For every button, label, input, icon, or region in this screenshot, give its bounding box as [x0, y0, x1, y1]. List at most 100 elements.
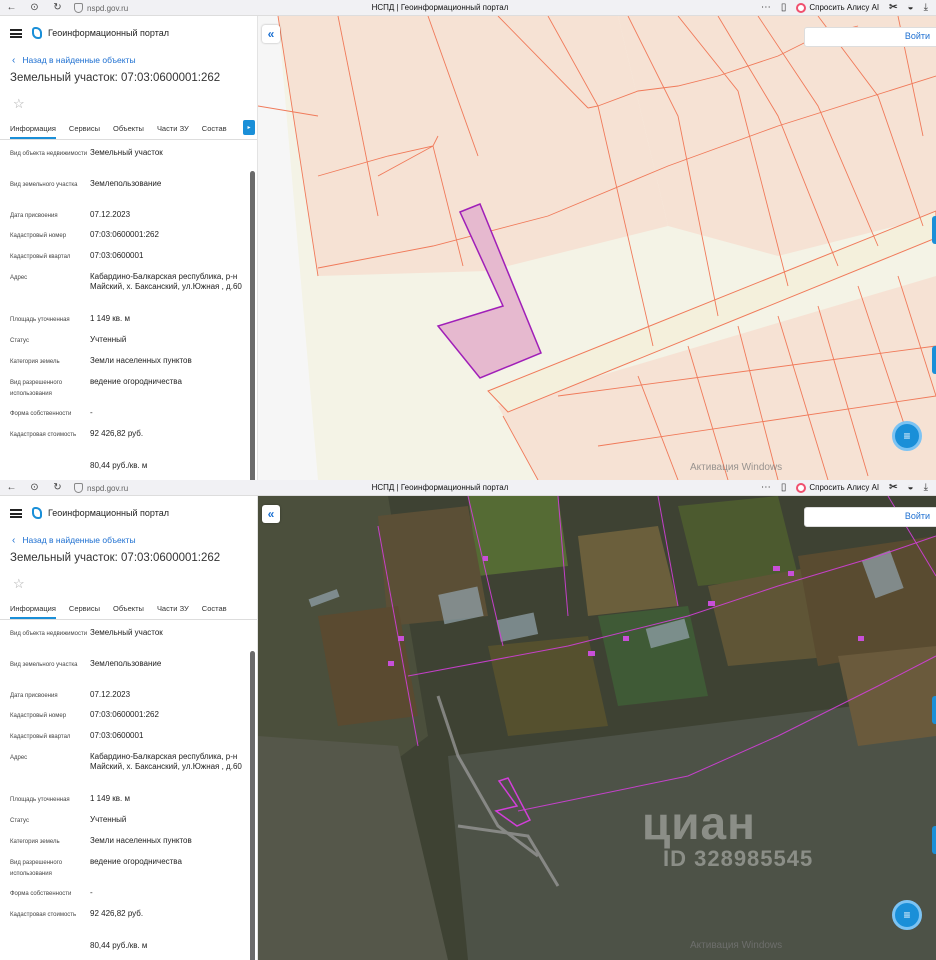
attr-row: Кадастровая стоимость 92 426,82 руб. [0, 429, 257, 461]
attr-row: Дата присвоения 07.12.2023 [0, 690, 257, 710]
shield-icon[interactable]: ⊙ [29, 482, 40, 493]
address-bar[interactable]: nspd.gov.ru [74, 3, 128, 13]
reload-icon[interactable]: ↻ [52, 2, 63, 13]
chevron-left-icon: ‹ [12, 534, 16, 546]
tab-info[interactable]: Информация [10, 124, 56, 139]
back-arrow-icon[interactable]: ← [6, 2, 17, 13]
alisa-label: Спросить Алису AI [809, 3, 880, 12]
side-handle[interactable] [932, 216, 936, 244]
address-bar[interactable]: nspd.gov.ru [74, 483, 128, 493]
more-icon[interactable]: ⋯ [761, 482, 771, 493]
attr-key: Кадастровый квартал [10, 734, 71, 740]
back-link[interactable]: ‹ Назад в найденные объекты [0, 50, 257, 70]
tab-bar: Информация Сервисы Объекты Части ЗУ Сост… [0, 598, 257, 620]
attr-key: Форма собственности [10, 411, 72, 417]
url-text: nspd.gov.ru [87, 3, 129, 13]
attr-key: Дата присвоения [10, 213, 58, 219]
browser-page-title: НСПД | Геоинформационный портал [371, 483, 509, 492]
tab-objects[interactable]: Объекты [113, 124, 144, 139]
more-icon[interactable]: ⋯ [761, 2, 771, 13]
star-icon[interactable]: ☆ [0, 576, 257, 598]
side-handle[interactable] [932, 346, 936, 374]
attr-key: Категория земель [10, 839, 60, 845]
url-text: nspd.gov.ru [87, 483, 129, 493]
attr-key: Кадастровый номер [10, 713, 67, 719]
attr-row: Форма собственности - [0, 888, 257, 909]
tabs-next-icon[interactable]: ▸ [243, 120, 255, 135]
tab-parts[interactable]: Части ЗУ [157, 124, 189, 139]
chat-icon[interactable]: ≡ [892, 900, 922, 930]
attr-row: Категория земель Земли населенных пунктов [0, 356, 257, 377]
download-icon[interactable]: ⤓ [924, 482, 928, 493]
double-chevron-left-icon[interactable]: « [262, 505, 280, 523]
attr-value: - [90, 888, 93, 897]
star-icon[interactable]: ☆ [0, 96, 257, 118]
satellite-map[interactable]: циан ID 328985545 « Войти Активация Wind… [258, 496, 936, 960]
attr-key: Кадастровый квартал [10, 254, 71, 260]
attr-row: Вид разрешенного использования ведение ог… [0, 377, 257, 408]
download-icon[interactable]: ⤓ [924, 2, 928, 13]
attr-row: Форма собственности - [0, 408, 257, 429]
profile-icon[interactable]: ◒ [908, 2, 914, 13]
attr-key [10, 941, 90, 955]
tab-objects[interactable]: Объекты [113, 604, 144, 619]
attr-key: Кадастровая стоимость [10, 432, 77, 438]
chat-icon[interactable]: ≡ [892, 421, 922, 451]
attr-key: Адрес [10, 755, 28, 761]
cadastral-map[interactable]: « Войти Активация Windows ≡ [258, 16, 936, 480]
attr-key: Площадь уточненная [10, 797, 70, 803]
browser-bar: ← ⊙ ↻ nspd.gov.ru НСПД | Геоинформационн… [0, 0, 936, 16]
attr-key: Кадастровая стоимость [10, 912, 77, 918]
shield-icon[interactable]: ⊙ [29, 2, 40, 13]
alisa-icon [796, 482, 807, 493]
extensions-icon[interactable]: ✂ [889, 2, 897, 13]
double-chevron-left-icon[interactable]: « [262, 25, 280, 43]
attr-key: Категория земель [10, 359, 60, 365]
attr-value: 80,44 руб./кв. м [90, 461, 148, 470]
tab-parts[interactable]: Части ЗУ [157, 604, 189, 619]
bookmark-icon[interactable]: ▯ [781, 2, 787, 13]
attr-key: Вид разрешенного использования [10, 380, 63, 397]
back-link[interactable]: ‹ Назад в найденные объекты [0, 530, 257, 550]
attr-key: Дата присвоения [10, 693, 58, 699]
attr-row: 80,44 руб./кв. м [0, 461, 257, 475]
app-title: Геоинформационный портал [48, 28, 169, 38]
app-title: Геоинформационный портал [48, 508, 169, 518]
tab-services[interactable]: Сервисы [69, 604, 100, 619]
attr-value: 07:03:0600001 [90, 251, 144, 260]
login-link[interactable]: Войти [905, 31, 930, 41]
tab-info[interactable]: Информация [10, 604, 56, 619]
map-canvas [258, 496, 936, 960]
attr-value: ведение огородничества [90, 377, 182, 386]
attr-row: Площадь уточненная 1 149 кв. м [0, 794, 257, 815]
alisa-button[interactable]: Спросить Алису AI [796, 2, 880, 13]
attr-value: Учтенный [90, 815, 127, 824]
panel-scrollbar[interactable] [250, 651, 255, 960]
attr-row: Кадастровый номер 07:03:0600001:262 [0, 230, 257, 251]
reload-icon[interactable]: ↻ [52, 482, 63, 493]
menu-icon[interactable] [10, 28, 22, 38]
alisa-button[interactable]: Спросить Алису AI [796, 482, 879, 493]
tab-composition[interactable]: Состав [202, 604, 227, 619]
extensions-icon[interactable]: ✂ [889, 482, 897, 493]
menu-icon[interactable] [10, 508, 22, 518]
attr-row: Адрес Кабардино-Балкарская республика, р-… [0, 272, 257, 314]
side-handle[interactable] [932, 696, 936, 724]
panel-scrollbar[interactable] [250, 171, 255, 480]
attr-key: Площадь уточненная [10, 317, 70, 323]
attr-key: Адрес [10, 275, 28, 281]
attr-row: 80,44 руб./кв. м [0, 941, 257, 955]
tab-composition[interactable]: Состав [202, 124, 227, 139]
attribute-list: Вид объекта недвижимости Земельный участо… [0, 620, 257, 955]
portal-logo-icon [32, 27, 42, 39]
tab-services[interactable]: Сервисы [69, 124, 100, 139]
profile-icon[interactable]: ◒ [908, 482, 914, 493]
attr-value: 07.12.2023 [90, 210, 131, 219]
side-handle[interactable] [932, 826, 936, 854]
back-arrow-icon[interactable]: ← [6, 482, 17, 493]
back-link-label: Назад в найденные объекты [22, 535, 136, 545]
satellite-map-screenshot: ← ⊙ ↻ nspd.gov.ru НСПД | Геоинформационн… [0, 480, 936, 960]
attr-row: Вид земельного участка Землепользование [0, 179, 257, 210]
login-link[interactable]: Войти [905, 511, 930, 521]
bookmark-icon[interactable]: ▯ [781, 482, 787, 493]
